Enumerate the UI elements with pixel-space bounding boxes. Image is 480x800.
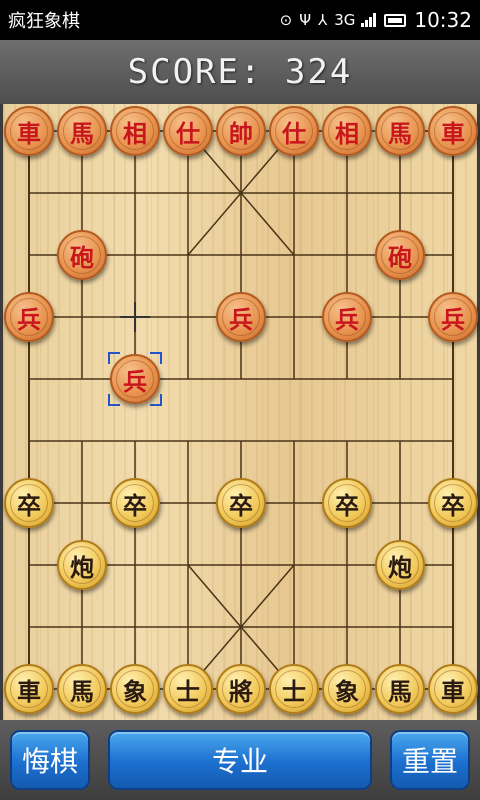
piece-black[interactable]: 卒: [322, 478, 372, 528]
piece-red[interactable]: 兵: [322, 292, 372, 342]
piece-red[interactable]: 馬: [375, 106, 425, 156]
piece-red[interactable]: 相: [322, 106, 372, 156]
bottom-toolbar: 悔棋 专业 重置: [0, 720, 480, 800]
piece-black[interactable]: 象: [110, 664, 160, 714]
piece-red[interactable]: 車: [428, 106, 478, 156]
selection-corner: [108, 352, 120, 364]
status-bar: 疯狂象棋 ⊙ Ψ ⅄ 3G 10:32: [0, 0, 480, 40]
piece-red[interactable]: 相: [110, 106, 160, 156]
piece-black[interactable]: 卒: [216, 478, 266, 528]
undo-button[interactable]: 悔棋: [10, 730, 90, 790]
piece-black[interactable]: 馬: [57, 664, 107, 714]
piece-black[interactable]: 士: [269, 664, 319, 714]
signal-icon: [361, 13, 377, 27]
piece-black[interactable]: 卒: [428, 478, 478, 528]
piece-black[interactable]: 炮: [57, 540, 107, 590]
piece-red[interactable]: 兵: [216, 292, 266, 342]
piece-black[interactable]: 馬: [375, 664, 425, 714]
piece-red[interactable]: 帥: [216, 106, 266, 156]
usb-icon: Ψ: [299, 11, 312, 29]
score-label: SCORE: 324: [127, 52, 353, 92]
level-button[interactable]: 专业: [108, 730, 372, 790]
piece-red[interactable]: 車: [4, 106, 54, 156]
piece-black[interactable]: 炮: [375, 540, 425, 590]
battery-icon: [384, 13, 407, 27]
piece-black[interactable]: 象: [322, 664, 372, 714]
piece-black[interactable]: 卒: [4, 478, 54, 528]
piece-red[interactable]: 砲: [57, 230, 107, 280]
piece-red[interactable]: 馬: [57, 106, 107, 156]
board-grid: [28, 130, 454, 690]
app-title: 疯狂象棋: [8, 11, 80, 32]
piece-black[interactable]: 士: [163, 664, 213, 714]
debug-icon: ⅄: [318, 11, 328, 29]
clock: 10:32: [414, 8, 472, 32]
piece-red[interactable]: 兵: [4, 292, 54, 342]
selection-corner: [150, 394, 162, 406]
crosshair-cursor-icon: [120, 302, 150, 332]
chess-board[interactable]: 車馬相仕帥仕相馬車砲砲兵兵兵兵兵卒卒卒卒卒炮炮車馬象士將士象馬車: [0, 104, 480, 720]
selection-corner: [108, 394, 120, 406]
piece-red[interactable]: 兵: [428, 292, 478, 342]
network-type: 3G: [334, 11, 356, 29]
piece-red[interactable]: 仕: [269, 106, 319, 156]
piece-red[interactable]: 砲: [375, 230, 425, 280]
piece-black[interactable]: 車: [4, 664, 54, 714]
piece-black[interactable]: 車: [428, 664, 478, 714]
score-panel: SCORE: 324: [0, 40, 480, 104]
alarm-icon: ⊙: [279, 11, 293, 29]
piece-black[interactable]: 將: [216, 664, 266, 714]
piece-red[interactable]: 仕: [163, 106, 213, 156]
piece-black[interactable]: 卒: [110, 478, 160, 528]
selection-corner: [150, 352, 162, 364]
reset-button[interactable]: 重置: [390, 730, 470, 790]
